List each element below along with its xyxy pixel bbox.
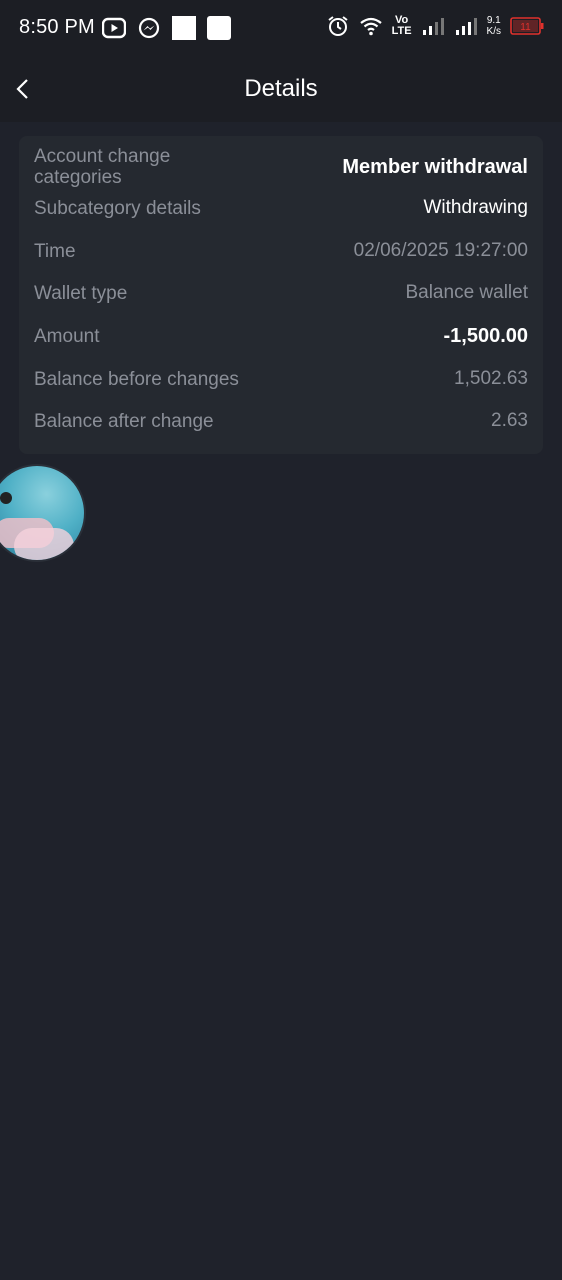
messenger-icon: [137, 16, 161, 40]
volte-bottom: LTE: [391, 25, 412, 37]
youtube-icon: [102, 16, 126, 40]
white-square-icon: [172, 16, 196, 40]
detail-value: Member withdrawal: [342, 155, 528, 178]
app-header: Details: [0, 56, 562, 122]
volte-indicator: Vo LTE: [392, 15, 412, 37]
detail-value: -1,500.00: [443, 324, 528, 347]
wifi-icon: [359, 14, 383, 38]
details-card: Account change categories Member withdra…: [19, 136, 543, 454]
detail-value: 02/06/2025 19:27:00: [353, 240, 528, 261]
detail-row-subcategory: Subcategory details Withdrawing: [34, 196, 528, 220]
detail-label: Time: [34, 240, 76, 262]
detail-row-amount: Amount -1,500.00: [34, 324, 528, 348]
signal-icon: [454, 14, 478, 38]
battery-level: 11: [520, 22, 531, 33]
alarm-icon: [326, 14, 350, 38]
detail-row-balance-before: Balance before changes 1,502.63: [34, 367, 528, 391]
signal-icon: [421, 14, 445, 38]
detail-label: Subcategory details: [34, 197, 201, 219]
detail-label: Wallet type: [34, 282, 128, 304]
detail-label: Account change categories: [34, 146, 171, 188]
network-speed-unit: K/s: [486, 26, 501, 37]
detail-row-balance-after: Balance after change 2.63: [34, 409, 528, 433]
white-square-icon: [207, 16, 231, 40]
status-notification-icons: [102, 16, 231, 40]
avatar: [0, 492, 12, 504]
detail-label: Balance before changes: [34, 368, 239, 390]
chat-head-bubble[interactable]: [0, 464, 86, 562]
detail-row-time: Time 02/06/2025 19:27:00: [34, 239, 528, 263]
network-speed: 9.1 K/s: [487, 15, 501, 37]
detail-label: Balance after change: [34, 410, 214, 432]
battery-icon: 11: [510, 14, 544, 38]
detail-value: Balance wallet: [405, 282, 528, 303]
detail-value: 1,502.63: [454, 368, 528, 389]
detail-row-category: Account change categories Member withdra…: [34, 145, 528, 189]
page-title: Details: [244, 75, 318, 102]
detail-label: Amount: [34, 325, 100, 347]
detail-row-wallet-type: Wallet type Balance wallet: [34, 281, 528, 305]
bubble-cloud: [14, 528, 74, 560]
network-speed-value: 9.1: [486, 15, 501, 26]
status-bar: 8:50 PM Vo LTE 9.1 K/s 11: [0, 0, 562, 56]
detail-value: Withdrawing: [423, 197, 528, 218]
status-system-icons: Vo LTE 9.1 K/s 11: [326, 14, 544, 38]
detail-value: 2.63: [491, 410, 528, 431]
status-time: 8:50 PM: [19, 16, 95, 38]
